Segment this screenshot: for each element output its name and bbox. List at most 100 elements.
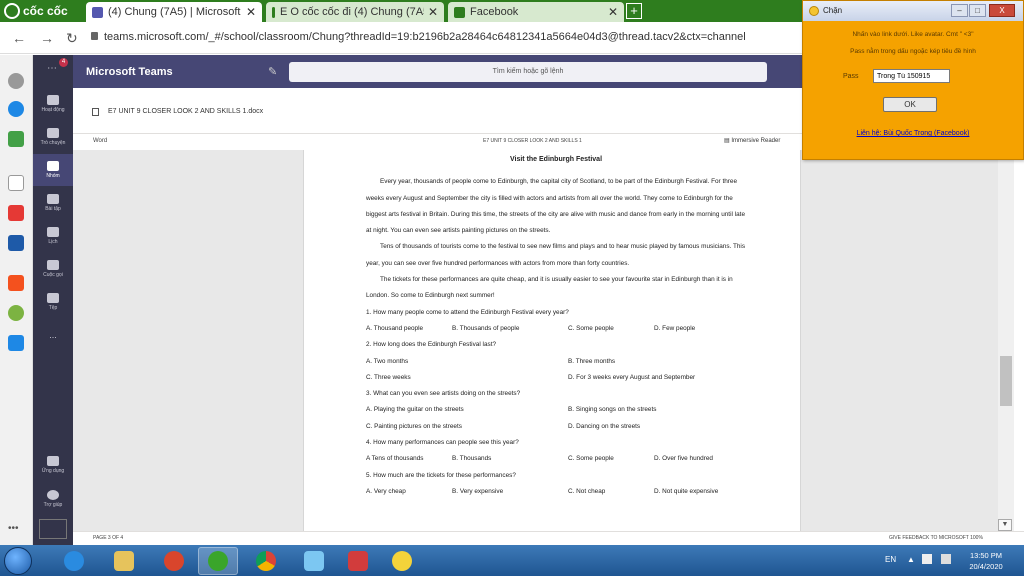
chat-icon xyxy=(47,128,59,138)
teams-people-icon xyxy=(47,161,59,171)
vertical-scrollbar[interactable] xyxy=(998,150,1014,531)
answer-option: B. Singing songs on the streets xyxy=(568,406,657,414)
word-status-bar: PAGE 3 OF 4 GIVE FEEDBACK TO MICROSOFT 1… xyxy=(73,531,1024,545)
taskbar-app[interactable] xyxy=(338,547,378,575)
facebook-icon[interactable] xyxy=(8,235,24,251)
ok-button[interactable]: OK xyxy=(883,97,937,112)
scrollbar-thumb[interactable] xyxy=(1000,356,1012,406)
taskbar-ccleaner[interactable] xyxy=(154,547,194,575)
tab-coccoc[interactable]: E O cốc cốc đi (4) Chung (7A5 ✕ xyxy=(266,2,444,22)
question: 3. What can you even see artists doing o… xyxy=(366,390,521,398)
rail-activity[interactable]: Hoạt động xyxy=(33,88,73,120)
rail-calls[interactable]: Cuộc gọi xyxy=(33,253,73,285)
dialog-app-icon xyxy=(809,6,819,16)
more-icon[interactable]: ••• xyxy=(8,523,19,534)
dialog-title: Chặn xyxy=(823,6,843,15)
taskbar-pikachu[interactable] xyxy=(382,547,422,575)
tab-teams[interactable]: (4) Chung (7A5) | Microsoft Te ✕ xyxy=(86,2,262,22)
rail-apps[interactable]: Ứng dụng xyxy=(33,449,73,481)
action-center-icon[interactable] xyxy=(922,554,932,564)
pass-input[interactable] xyxy=(873,69,950,83)
rail-help[interactable]: Trợ giúp xyxy=(33,483,73,515)
history-icon[interactable] xyxy=(8,73,24,89)
extension-icon[interactable] xyxy=(8,305,24,321)
reload-icon[interactable]: ↻ xyxy=(66,30,78,47)
immersive-reader-button[interactable]: ▤ Immersive Reader xyxy=(724,137,780,144)
answer-option: D. For 3 weeks every August and Septembe… xyxy=(568,373,696,381)
new-tab-button[interactable]: + xyxy=(626,3,642,19)
answer-option: D. Not quite expensive xyxy=(654,487,719,495)
document-icon xyxy=(92,108,99,116)
answer-options: A. Two months B. Three months xyxy=(366,354,746,370)
question-list: 1. How many people come to attend the Ed… xyxy=(366,305,746,501)
scroll-down-icon[interactable]: ▼ xyxy=(998,519,1012,531)
search-input[interactable]: Tìm kiếm hoặc gõ lệnh xyxy=(289,62,767,82)
tab-label: Facebook xyxy=(470,6,519,18)
add-icon[interactable] xyxy=(8,175,24,191)
word-label: Word xyxy=(93,138,108,144)
chrome-icon xyxy=(256,551,276,571)
answer-options: A. Thousand people B. Thousands of people… xyxy=(366,321,746,337)
tab-facebook[interactable]: Facebook ✕ xyxy=(448,2,624,22)
maximize-button[interactable]: □ xyxy=(969,4,986,17)
question: 5. How much are the tickets for these pe… xyxy=(366,471,516,479)
rail-chat[interactable]: Trò chuyện xyxy=(33,121,73,153)
clock-time: 13:50 PM xyxy=(969,551,1003,560)
sale-icon[interactable] xyxy=(8,335,24,351)
coccoc-logo-icon xyxy=(4,3,20,19)
taskbar-coccoc[interactable] xyxy=(198,547,238,575)
taskbar-screen[interactable] xyxy=(294,547,334,575)
answer-option: D. Over five hundred xyxy=(654,455,713,463)
close-icon[interactable]: ✕ xyxy=(428,5,438,19)
question: 1. How many people come to attend the Ed… xyxy=(366,308,569,316)
answer-options: C. Three weeks D. For 3 weeks every Augus… xyxy=(366,370,746,386)
minimize-button[interactable]: – xyxy=(951,4,968,17)
dialog-titlebar: Chặn – □ X xyxy=(803,1,1023,21)
document-body: Visit the Edinburgh Festival Every year,… xyxy=(366,150,746,531)
answer-option: A. Thousand people xyxy=(366,324,424,332)
taskbar-chrome[interactable] xyxy=(246,547,286,575)
ccleaner-icon xyxy=(164,551,184,571)
assignment-icon xyxy=(47,194,59,204)
youtube-icon[interactable] xyxy=(8,205,24,221)
messenger-icon[interactable] xyxy=(8,101,24,117)
help-icon xyxy=(47,490,59,500)
rail-assignments[interactable]: Bài tập xyxy=(33,187,73,219)
compose-icon[interactable]: ✎ xyxy=(268,65,277,78)
rail-calendar[interactable]: Lịch xyxy=(33,220,73,252)
feedback-link[interactable]: GIVE FEEDBACK TO MICROSOFT 100% xyxy=(889,535,983,541)
download-icon[interactable] xyxy=(39,519,67,539)
app-launcher-icon[interactable]: ⋯ xyxy=(47,63,57,74)
close-button[interactable]: X xyxy=(989,4,1015,17)
taskbar-explorer[interactable] xyxy=(104,547,144,575)
url-field[interactable]: teams.microsoft.com/_#/school/classroom/… xyxy=(104,31,746,43)
game-icon[interactable] xyxy=(8,131,24,147)
system-clock[interactable]: 13:50 PM 20/4/2020 xyxy=(956,550,1016,572)
contact-link[interactable]: Liên hệ: Bùi Quốc Trong (Facebook) xyxy=(803,130,1023,137)
rail-files[interactable]: Tệp xyxy=(33,286,73,318)
answer-option: C. Three weeks xyxy=(366,373,411,381)
language-indicator[interactable]: EN xyxy=(885,555,896,564)
dialog-hint: Pass nằm trong dấu ngoặc kép tiêu đề hìn… xyxy=(850,48,976,55)
forward-icon[interactable]: → xyxy=(40,30,54,46)
rail-more[interactable]: ... xyxy=(33,319,73,351)
taskbar-ie[interactable] xyxy=(54,547,94,575)
shopping-icon[interactable] xyxy=(8,275,24,291)
volume-icon[interactable] xyxy=(941,554,951,564)
close-icon[interactable]: ✕ xyxy=(246,5,256,19)
answer-option: D. Few people xyxy=(654,324,696,332)
back-icon[interactable]: ← xyxy=(12,30,26,46)
tab-label: E O cốc cốc đi (4) Chung (7A5 xyxy=(280,6,424,18)
folder-icon xyxy=(114,551,134,571)
answer-option: B. Very expensive xyxy=(452,487,504,495)
tray-expand-icon[interactable]: ▲ xyxy=(907,555,915,564)
rail-teams[interactable]: Nhóm xyxy=(33,154,73,186)
answer-options: A. Very cheap B. Very expensive C. Not che… xyxy=(366,484,746,500)
start-button[interactable] xyxy=(4,547,32,575)
close-icon[interactable]: ✕ xyxy=(608,5,618,19)
app-grid-icon xyxy=(348,551,368,571)
lock-icon xyxy=(91,32,98,40)
coccoc-logo[interactable]: cốc cốc xyxy=(4,2,68,20)
answer-option: B. Three months xyxy=(568,357,616,365)
block-dialog: Chặn – □ X Nhấn vào link dưới. Like avat… xyxy=(802,0,1024,160)
